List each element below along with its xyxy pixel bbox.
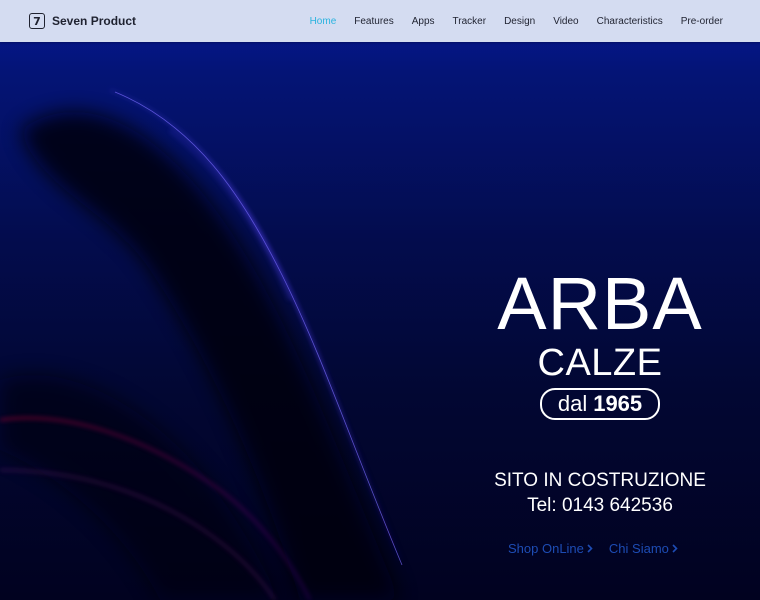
main-nav: Home Features Apps Tracker Design Video … xyxy=(310,0,723,42)
nav-video[interactable]: Video xyxy=(553,16,578,27)
shop-online-link[interactable]: Shop OnLine xyxy=(508,541,593,556)
since-prefix: dal xyxy=(557,391,588,416)
nav-characteristics[interactable]: Characteristics xyxy=(597,16,663,27)
nav-design[interactable]: Design xyxy=(504,16,535,27)
hero-subtitle: CALZE xyxy=(537,342,663,384)
nav-tracker[interactable]: Tracker xyxy=(453,16,487,27)
shop-online-label: Shop OnLine xyxy=(508,541,584,556)
brand-logo[interactable]: 7 Seven Product xyxy=(29,12,136,30)
construction-status: SITO IN COSTRUZIONE xyxy=(494,470,706,491)
chevron-right-icon xyxy=(587,541,593,556)
since-badge: dal 1965 xyxy=(540,388,660,420)
nav-apps[interactable]: Apps xyxy=(412,16,435,27)
nav-features[interactable]: Features xyxy=(354,16,393,27)
nav-pre-order[interactable]: Pre-order xyxy=(681,16,723,27)
hero-title: ARBA xyxy=(497,262,703,345)
top-navbar: 7 Seven Product Home Features Apps Track… xyxy=(0,0,760,42)
brand-name: Seven Product xyxy=(52,14,137,28)
chevron-right-icon xyxy=(672,541,678,556)
seven-logo-icon: 7 xyxy=(29,13,45,29)
hero-links: Shop OnLine Chi Siamo xyxy=(508,541,678,556)
hero-section: ARBA CALZE dal 1965 SITO IN COSTRUZIONE … xyxy=(0,0,760,600)
since-year: 1965 xyxy=(593,391,643,416)
phone-number: Tel: 0143 642536 xyxy=(527,495,673,516)
chi-siamo-label: Chi Siamo xyxy=(608,541,669,556)
nav-home[interactable]: Home xyxy=(310,16,337,27)
chi-siamo-link[interactable]: Chi Siamo xyxy=(609,541,678,556)
